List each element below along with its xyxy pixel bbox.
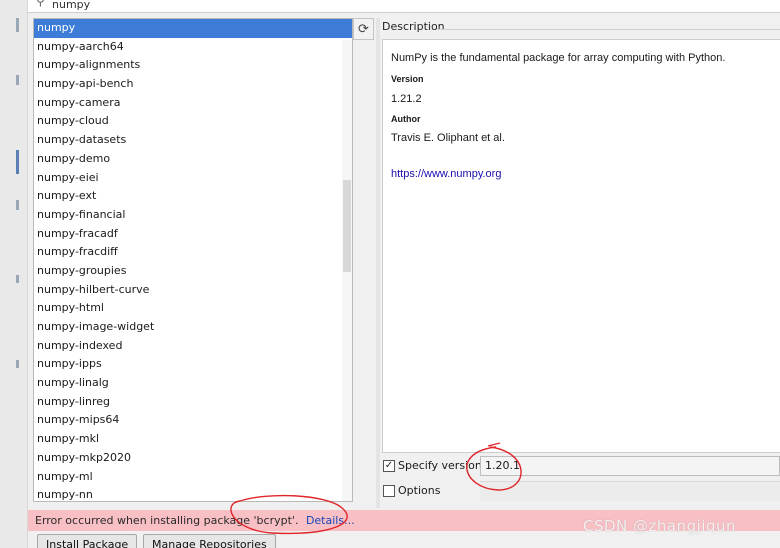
description-rule <box>437 29 780 30</box>
gutter-mark <box>16 18 19 32</box>
package-list-item[interactable]: numpy-linalg <box>34 374 352 393</box>
error-details-link[interactable]: Details... <box>306 514 355 527</box>
package-list-scrollbar[interactable] <box>342 40 352 501</box>
options-input[interactable] <box>480 481 780 501</box>
package-list-item[interactable]: numpy-api-bench <box>34 75 352 94</box>
package-list-item[interactable]: numpy-groupies <box>34 262 352 281</box>
gutter-mark <box>16 275 19 283</box>
package-list-item[interactable]: numpy-mkl <box>34 430 352 449</box>
package-list-item[interactable]: numpy-alignments <box>34 56 352 75</box>
package-list-item[interactable]: numpy-nn <box>34 486 352 501</box>
author-label: Author <box>391 114 421 124</box>
reload-icon: ⟳ <box>358 21 369 37</box>
install-package-button[interactable]: Install Package <box>37 534 138 548</box>
package-list-item[interactable]: numpy-ext <box>34 187 352 206</box>
scrollbar-thumb[interactable] <box>343 180 351 272</box>
package-list-item[interactable]: numpy-datasets <box>34 131 352 150</box>
package-list-item[interactable]: numpy-aarch64 <box>34 38 352 57</box>
package-list-item[interactable]: numpy-fracdiff <box>34 243 352 262</box>
manage-repositories-button[interactable]: Manage Repositories <box>143 534 276 548</box>
watermark: CSDN @zhangjiqun <box>583 517 737 535</box>
options-label: Options <box>398 484 441 497</box>
options-checkbox[interactable] <box>383 484 395 497</box>
author-value: Travis E. Oliphant et al. <box>391 132 505 144</box>
package-list-item[interactable]: numpy-camera <box>34 94 352 113</box>
specify-version-label: Specify version <box>398 459 482 472</box>
version-value: 1.21.2 <box>391 93 422 105</box>
package-list-item[interactable]: numpy-indexed <box>34 337 352 356</box>
package-list-item[interactable]: numpy-linreg <box>34 393 352 412</box>
package-list-item[interactable]: numpy-mkp2020 <box>34 449 352 468</box>
package-list-item[interactable]: numpy-mips64 <box>34 411 352 430</box>
package-list-item[interactable]: numpy-fracadf <box>34 225 352 244</box>
package-list-item[interactable]: numpy-ml <box>34 468 352 487</box>
package-list-item[interactable]: numpy-cloud <box>34 112 352 131</box>
package-list-item[interactable]: numpy <box>34 19 352 38</box>
package-list-item[interactable]: numpy-eiei <box>34 169 352 188</box>
search-input[interactable] <box>52 0 352 11</box>
package-list-item[interactable]: numpy-hilbert-curve <box>34 281 352 300</box>
package-summary: NumPy is the fundamental package for arr… <box>391 52 726 64</box>
package-list[interactable]: numpy numpy-aarch64 numpy-alignments numpy-… <box>33 18 353 502</box>
search-bar: ⚲ <box>28 0 780 13</box>
gutter-mark <box>16 150 19 174</box>
gutter-mark <box>16 360 19 368</box>
specify-version-checkbox[interactable]: ✓ <box>383 459 395 472</box>
gutter-mark <box>16 75 19 85</box>
package-list-item[interactable]: numpy-image-widget <box>34 318 352 337</box>
error-message: Error occurred when installing package '… <box>35 514 299 527</box>
package-list-item[interactable]: numpy-html <box>34 299 352 318</box>
version-select[interactable]: 1.20.1 <box>480 456 780 476</box>
description-header: Description <box>382 20 445 33</box>
package-list-item[interactable]: numpy-ipps <box>34 355 352 374</box>
specify-version-row[interactable]: ✓ Specify version <box>383 459 482 472</box>
left-gutter <box>0 0 28 548</box>
package-list-item[interactable]: numpy-financial <box>34 206 352 225</box>
reload-button[interactable]: ⟳ <box>353 18 374 40</box>
version-label: Version <box>391 74 424 84</box>
description-panel: NumPy is the fundamental package for arr… <box>382 39 780 453</box>
gutter-mark <box>16 200 19 210</box>
panel-divider[interactable] <box>376 18 380 508</box>
homepage-link[interactable]: https://www.numpy.org <box>391 168 501 180</box>
options-row[interactable]: Options <box>383 484 440 497</box>
search-icon: ⚲ <box>36 0 45 8</box>
package-list-item[interactable]: numpy-demo <box>34 150 352 169</box>
